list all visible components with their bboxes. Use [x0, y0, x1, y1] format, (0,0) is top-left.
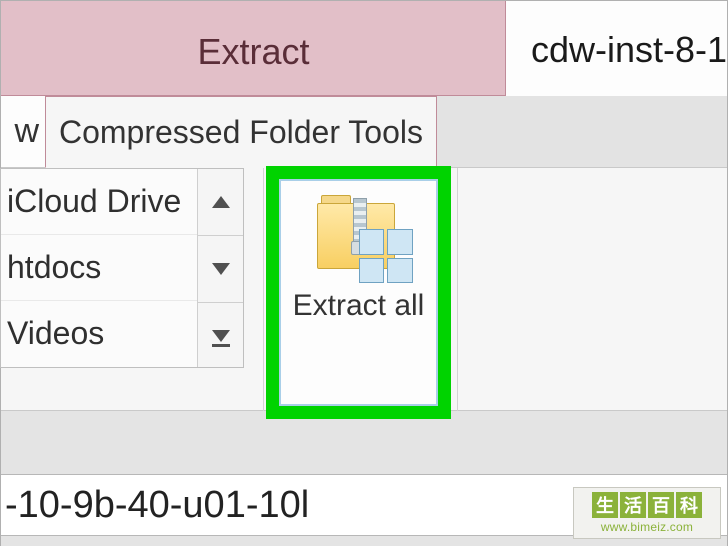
address-bar-text: -10-9b-40-u01-10l	[5, 484, 309, 527]
extract-to-gallery[interactable]: iCloud Drive htdocs Videos	[0, 168, 244, 368]
ribbon-title-bar: Extract cdw-inst-8-1	[1, 1, 727, 96]
watermark-cn: 生 活 百 科	[592, 492, 702, 518]
extract-to-item[interactable]: iCloud Drive	[1, 169, 197, 234]
ribbon-tabs-gutter	[437, 96, 727, 167]
chevron-down-icon	[212, 263, 230, 275]
tutorial-highlight: Extract all	[266, 166, 451, 419]
gallery-spinner	[197, 169, 243, 368]
window-explorer: Extract cdw-inst-8-1 w Compressed Folder…	[0, 0, 728, 546]
window-title-filename: cdw-inst-8-1	[531, 29, 727, 71]
tab-view-fragment[interactable]: w	[1, 96, 39, 167]
chevron-up-icon	[212, 196, 230, 208]
extract-to-list: iCloud Drive htdocs Videos	[1, 169, 197, 368]
extract-to-item[interactable]: Videos	[1, 300, 197, 366]
gallery-scroll-up[interactable]	[198, 169, 243, 236]
ribbon-group-separator	[263, 168, 264, 411]
gallery-scroll-down[interactable]	[198, 236, 243, 303]
extract-all-label: Extract all	[293, 287, 425, 325]
contextual-tab-title: Extract	[1, 31, 506, 73]
watermark: 生 活 百 科 www.bimeiz.com	[573, 487, 721, 539]
extract-all-button[interactable]: Extract all	[279, 179, 438, 406]
ribbon-tabs-row: w Compressed Folder Tools	[1, 96, 727, 168]
more-dropdown-icon	[212, 330, 230, 342]
watermark-url: www.bimeiz.com	[601, 520, 693, 534]
extract-to-item[interactable]: htdocs	[1, 234, 197, 300]
gallery-more-button[interactable]	[198, 303, 243, 368]
ribbon-group-separator	[457, 168, 458, 411]
zipped-folder-icon	[311, 193, 407, 279]
tab-compressed-folder-tools[interactable]: Compressed Folder Tools	[45, 96, 437, 168]
